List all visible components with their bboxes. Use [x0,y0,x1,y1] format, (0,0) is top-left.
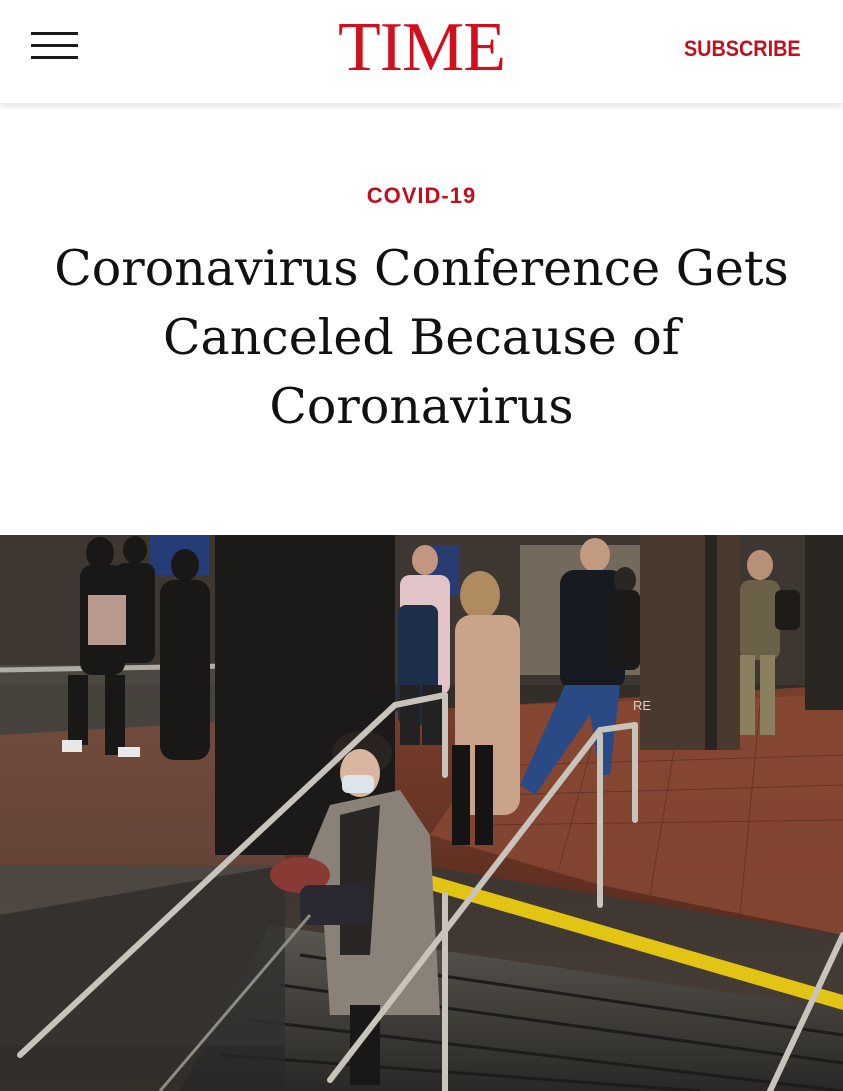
subway-station-photo: RE [0,535,843,1091]
article-header: COVID-19 Coronavirus Conference Gets Can… [0,103,843,535]
right-pillar [640,535,740,750]
article-photo: RE [0,535,843,1091]
section-label[interactable]: COVID-19 [0,182,843,210]
article-headline: Coronavirus Conference Gets Canceled Bec… [54,240,789,435]
top-header: TIME SUBSCRIBE [0,0,843,103]
pillar-sign-text: RE [633,698,651,713]
subscribe-link[interactable]: SUBSCRIBE [684,36,801,62]
far-right-pillar [805,535,843,710]
